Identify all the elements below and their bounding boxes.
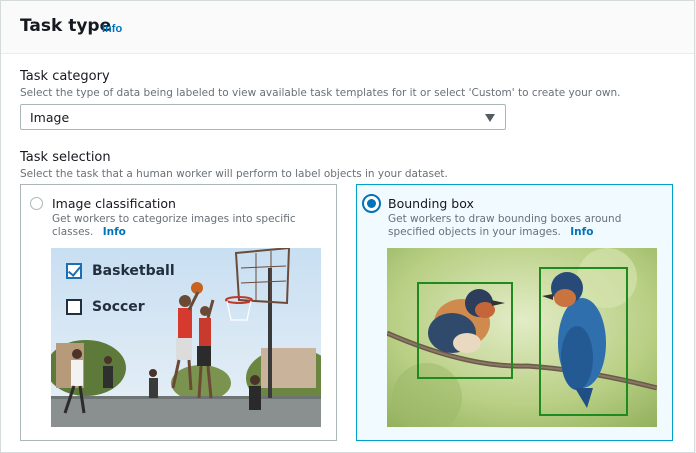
legend-label: Soccer (92, 299, 145, 315)
checkbox-checked-icon (66, 263, 82, 279)
radio-image-classification[interactable] (30, 197, 43, 210)
tile-description: Get workers to categorize images into sp… (52, 213, 317, 239)
tile-info-link[interactable]: Info (570, 226, 593, 238)
legend-soccer: Soccer (66, 299, 145, 315)
legend-label: Basketball (92, 263, 175, 279)
task-category-select[interactable]: Image (20, 104, 506, 130)
tile-title: Image classification (52, 196, 176, 211)
bounding-box-example (387, 248, 657, 427)
tile-info-link[interactable]: Info (103, 226, 126, 238)
tile-image-classification[interactable]: Image classification Get workers to cate… (20, 184, 337, 441)
task-selection-label: Task selection (20, 150, 111, 165)
task-category-label: Task category (20, 69, 110, 84)
task-category-value: Image (30, 110, 70, 125)
tile-description-text: Get workers to categorize images into sp… (52, 213, 296, 238)
image-classification-example: Basketball Soccer (51, 248, 321, 427)
birds-photo (387, 248, 657, 427)
radio-bounding-box[interactable] (362, 194, 381, 213)
header-info-link[interactable]: Info (102, 23, 122, 35)
tile-bounding-box[interactable]: Bounding box Get workers to draw boundin… (356, 184, 673, 441)
checkbox-unchecked-icon (66, 299, 82, 315)
caret-down-icon (485, 114, 495, 122)
legend-basketball: Basketball (66, 263, 175, 279)
task-category-description: Select the type of data being labeled to… (20, 87, 621, 99)
panel-title: Task type (20, 16, 112, 36)
task-selection-description: Select the task that a human worker will… (20, 168, 448, 180)
panel-header: Task type Info (1, 1, 694, 54)
task-type-panel: Task type Info Task category Select the … (0, 0, 695, 453)
tile-title: Bounding box (388, 196, 474, 211)
tile-description: Get workers to draw bounding boxes aroun… (388, 213, 653, 239)
